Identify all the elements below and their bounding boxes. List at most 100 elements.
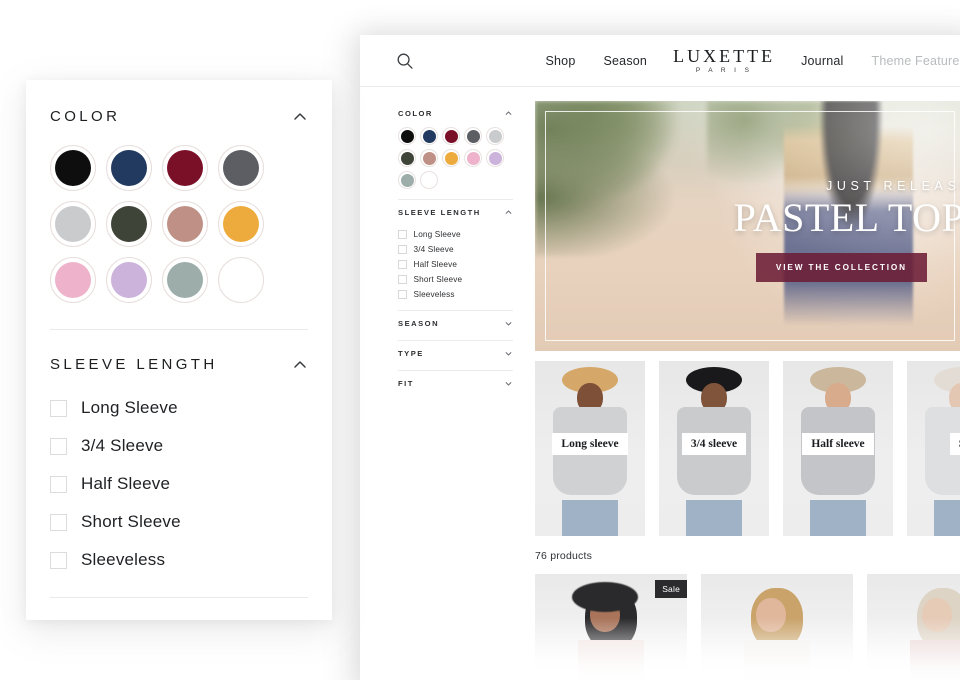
color-swatch-fill (223, 262, 259, 298)
mini-sleeve-option-row[interactable]: Short Sleeve (398, 272, 513, 287)
nav-item-shop[interactable]: Shop (531, 35, 589, 87)
mini-section-header-sleeve-length[interactable]: SLEEVE LENGTH (398, 202, 513, 221)
mini-color-swatch-fill (422, 129, 436, 143)
color-swatch[interactable] (106, 257, 152, 303)
nav-item-journal[interactable]: Journal (787, 35, 857, 87)
section-header-sleeve-length[interactable]: SLEEVE LENGTH (50, 330, 308, 373)
mini-color-swatch-fill (422, 151, 436, 165)
sleeve-option-row[interactable]: Long Sleeve (50, 389, 308, 427)
section-header-season[interactable]: SEASON (50, 598, 308, 620)
chevron-up-icon[interactable] (292, 357, 308, 373)
color-swatch[interactable] (50, 145, 96, 191)
sleeve-option-row[interactable]: Short Sleeve (50, 503, 308, 541)
product-card[interactable]: Sale (535, 574, 687, 680)
mini-section-header-season[interactable]: SEASON (398, 313, 513, 332)
category-tile-label-wrap: Long sleeve (535, 433, 645, 455)
sleeve-option-list: Long Sleeve 3/4 Sleeve Half Sleeve Short Sl… (50, 389, 308, 579)
chevron-down-icon (504, 379, 513, 388)
mini-sleeve-option-label: Sleeveless (413, 290, 455, 299)
category-tile[interactable]: S (907, 361, 960, 536)
mini-sleeve-option-row[interactable]: Long Sleeve (398, 227, 513, 242)
chevron-down-icon (504, 349, 513, 358)
sleeve-option-label: Long Sleeve (81, 398, 178, 417)
sleeve-option-row[interactable]: 3/4 Sleeve (50, 427, 308, 465)
chevron-up-icon[interactable] (292, 109, 308, 125)
section-title-color: COLOR (50, 108, 121, 125)
mini-color-swatch[interactable] (464, 149, 482, 167)
mini-color-swatch-fill (444, 151, 458, 165)
products-count: 76 products (535, 550, 593, 562)
checkbox[interactable] (398, 230, 407, 239)
color-swatch-fill (167, 262, 203, 298)
color-swatch[interactable] (218, 201, 264, 247)
nav-item-theme-features[interactable]: Theme Features (857, 35, 960, 87)
mini-sleeve-option-row[interactable]: Sleeveless (398, 287, 513, 302)
image-fade-overlay (701, 574, 853, 680)
color-swatch[interactable] (50, 257, 96, 303)
mini-color-swatch[interactable] (398, 127, 416, 145)
color-swatch[interactable] (218, 257, 264, 303)
mini-color-swatch[interactable] (420, 127, 438, 145)
color-swatch[interactable] (162, 145, 208, 191)
color-swatch[interactable] (162, 257, 208, 303)
checkbox[interactable] (50, 475, 67, 493)
checkbox[interactable] (50, 437, 67, 455)
site-logo[interactable]: LUXETTE P A R I S (661, 47, 787, 75)
mini-color-swatch-fill (466, 151, 480, 165)
mini-color-swatch[interactable] (420, 171, 438, 189)
nav-item-season[interactable]: Season (589, 35, 661, 87)
color-swatch[interactable] (50, 201, 96, 247)
sleeve-option-row[interactable]: Sleeveless (50, 541, 308, 579)
mini-color-swatch[interactable] (464, 127, 482, 145)
search-icon[interactable] (396, 52, 414, 70)
color-swatch[interactable] (218, 145, 264, 191)
divider (398, 310, 513, 311)
color-swatch[interactable] (106, 201, 152, 247)
checkbox[interactable] (50, 399, 67, 417)
product-card[interactable] (867, 574, 960, 680)
mini-sleeve-option-row[interactable]: Half Sleeve (398, 257, 513, 272)
sleeve-option-row[interactable]: Half Sleeve (50, 465, 308, 503)
checkbox[interactable] (398, 275, 407, 284)
product-card[interactable] (701, 574, 853, 680)
category-tile-label-wrap: Half sleeve (783, 433, 893, 455)
checkbox[interactable] (398, 245, 407, 254)
section-title-sleeve-length: SLEEVE LENGTH (50, 356, 218, 373)
mini-color-swatch[interactable] (442, 149, 460, 167)
mini-color-swatch[interactable] (442, 127, 460, 145)
color-swatch-fill (55, 150, 91, 186)
mini-color-swatch-fill (444, 129, 458, 143)
checkbox[interactable] (398, 290, 407, 299)
model-jeans (934, 500, 960, 536)
mini-section-header-fit[interactable]: FIT (398, 373, 513, 392)
checkbox[interactable] (50, 513, 67, 531)
chevron-up-icon (504, 208, 513, 217)
category-tile[interactable]: Half sleeve (783, 361, 893, 536)
hero-kicker: JUST RELEASED (826, 179, 960, 193)
mini-sleeve-option-row[interactable]: 3/4 Sleeve (398, 242, 513, 257)
sale-badge: Sale (655, 580, 687, 598)
color-swatch[interactable] (106, 145, 152, 191)
mini-color-swatch[interactable] (486, 127, 504, 145)
checkbox[interactable] (50, 551, 67, 569)
view-collection-button[interactable]: VIEW THE COLLECTION (755, 253, 927, 282)
category-tile[interactable]: Long sleeve (535, 361, 645, 536)
model-jeans (810, 500, 866, 536)
category-tile-label: 3/4 sleeve (681, 433, 747, 455)
hero-banner[interactable]: JUST RELEASED PASTEL TOPS VIEW THE COLLE… (535, 101, 960, 351)
sleeve-option-label: Half Sleeve (81, 474, 171, 493)
divider (398, 370, 513, 371)
mini-section-header-type[interactable]: TYPE (398, 343, 513, 362)
mini-color-swatch[interactable] (398, 149, 416, 167)
mini-color-swatch[interactable] (486, 149, 504, 167)
color-swatch[interactable] (162, 201, 208, 247)
chevron-up-icon (504, 109, 513, 118)
color-swatch-fill (223, 150, 259, 186)
category-tile-label-wrap: S (907, 433, 960, 455)
mini-color-swatch[interactable] (420, 149, 438, 167)
mini-color-swatch[interactable] (398, 171, 416, 189)
checkbox[interactable] (398, 260, 407, 269)
category-tile[interactable]: 3/4 sleeve (659, 361, 769, 536)
mini-section-header-color[interactable]: COLOR (398, 103, 513, 122)
section-header-color[interactable]: COLOR (50, 80, 308, 125)
